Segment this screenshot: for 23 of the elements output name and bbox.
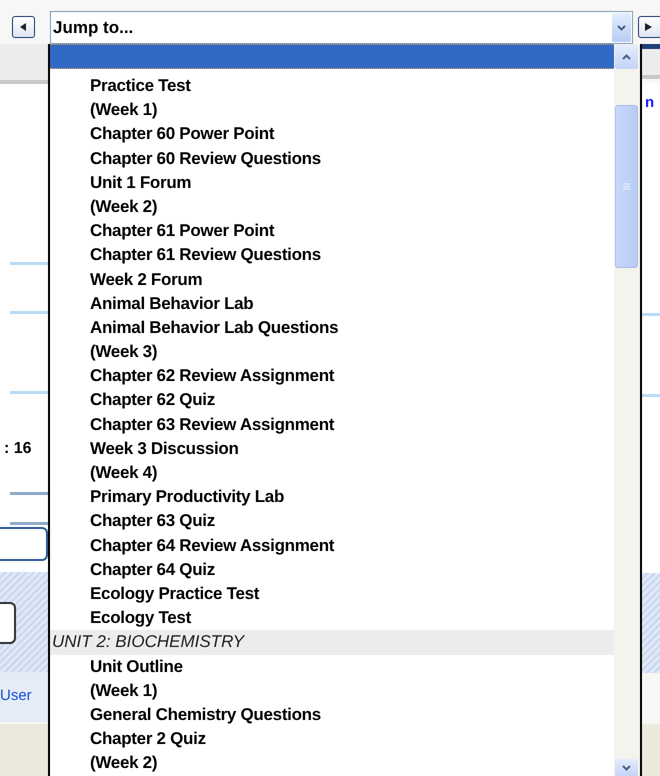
chevron-down-icon (622, 765, 631, 771)
dropdown-button[interactable] (612, 13, 631, 42)
scroll-up-button[interactable] (615, 45, 638, 69)
user-link[interactable]: User (0, 688, 32, 703)
header-bar (642, 44, 660, 79)
scroll-thumb[interactable] (615, 105, 638, 268)
right-triangle-icon (645, 23, 652, 31)
header-bar (0, 44, 48, 84)
jump-select[interactable]: Jump to... (50, 11, 633, 44)
scroll-down-button[interactable] (615, 759, 638, 776)
next-button[interactable] (638, 16, 660, 38)
page-control[interactable] (0, 602, 16, 644)
heading-text: n (645, 95, 654, 110)
chevron-down-icon (617, 24, 626, 30)
chevron-up-icon (622, 54, 631, 60)
group-header: UNIT 2: BIOCHEMISTRY (50, 630, 614, 654)
time-text: : 16 (4, 441, 32, 457)
previous-button[interactable] (12, 16, 35, 38)
grip-icon (623, 183, 630, 190)
link-panel (0, 672, 48, 722)
scrollbar[interactable] (614, 44, 640, 776)
page-button[interactable] (0, 527, 48, 561)
left-triangle-icon (20, 23, 27, 31)
